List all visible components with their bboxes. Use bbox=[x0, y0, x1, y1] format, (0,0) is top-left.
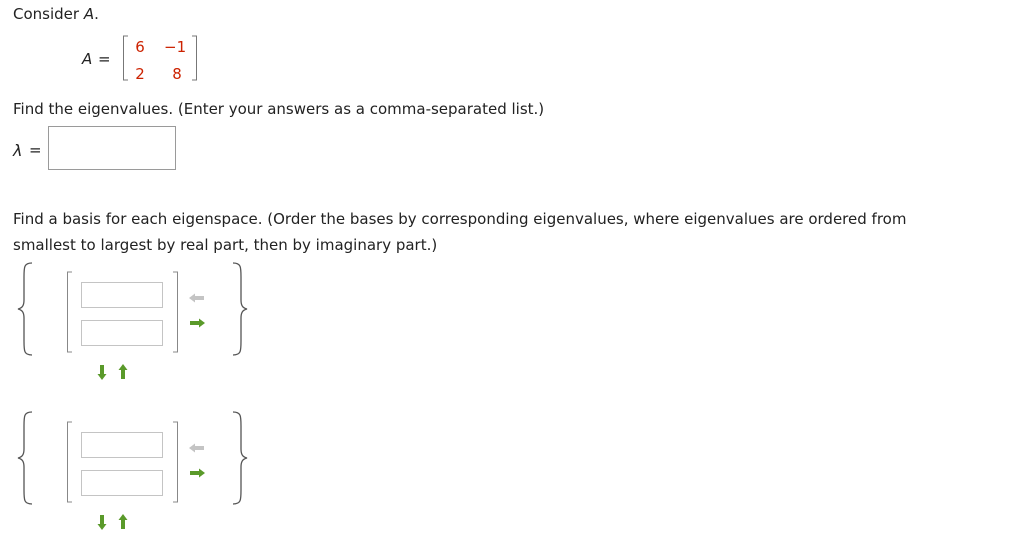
matrix-cell-1-2: −1 bbox=[164, 38, 187, 56]
basis-1-right-brace bbox=[232, 262, 248, 356]
eigenspace-instruction-line2: smallest to largest by real part, then b… bbox=[13, 236, 438, 254]
eigenspace-instruction-line1: Find a basis for each eigenspace. (Order… bbox=[13, 210, 907, 228]
basis-1-vector-entry-1[interactable] bbox=[81, 282, 163, 308]
basis-1-add-vector-button[interactable] bbox=[118, 364, 128, 380]
basis-1-remove-column-button[interactable] bbox=[189, 293, 205, 303]
basis-2-left-brace bbox=[17, 411, 33, 505]
basis-2-vector-right-bracket bbox=[173, 421, 178, 503]
basis-1-vector-right-bracket bbox=[173, 271, 178, 353]
arrow-left-icon bbox=[189, 443, 204, 453]
basis-1-vector-entry-2[interactable] bbox=[81, 320, 163, 346]
basis-2-add-vector-button[interactable] bbox=[118, 514, 128, 530]
intro-text: Consider bbox=[13, 5, 84, 23]
arrow-down-icon bbox=[97, 365, 107, 380]
matrix-right-bracket bbox=[192, 35, 197, 81]
arrow-down-icon bbox=[97, 515, 107, 530]
basis-1-add-column-button[interactable] bbox=[189, 318, 205, 328]
lambda-symbol: λ bbox=[13, 141, 23, 160]
lambda-equals: = bbox=[29, 141, 42, 159]
arrow-up-icon bbox=[118, 364, 128, 379]
eigenvalues-input[interactable] bbox=[48, 126, 176, 170]
basis-1-left-brace bbox=[17, 262, 33, 356]
matrix-cell-2-2: 8 bbox=[172, 65, 182, 83]
basis-2-right-brace bbox=[232, 411, 248, 505]
basis-2-vector-entry-1[interactable] bbox=[81, 432, 163, 458]
eigenvalues-instruction: Find the eigenvalues. (Enter your answer… bbox=[13, 100, 545, 118]
arrow-up-icon bbox=[118, 514, 128, 529]
arrow-right-icon bbox=[190, 318, 205, 328]
basis-1-remove-vector-button[interactable] bbox=[97, 364, 107, 380]
basis-1-vector-left-bracket bbox=[67, 271, 72, 353]
matrix-equals: = bbox=[98, 50, 111, 68]
intro-matrix-name: A bbox=[83, 5, 95, 23]
basis-2-vector-entry-2[interactable] bbox=[81, 470, 163, 496]
matrix-cell-1-1: 6 bbox=[135, 38, 145, 56]
matrix-left-bracket bbox=[123, 35, 128, 81]
basis-2-remove-vector-button[interactable] bbox=[97, 514, 107, 530]
basis-2-add-column-button[interactable] bbox=[189, 468, 205, 478]
arrow-left-icon bbox=[189, 293, 204, 303]
intro-period: . bbox=[94, 5, 99, 23]
matrix-name: A bbox=[82, 50, 93, 68]
question-intro: Consider A. bbox=[13, 5, 99, 23]
matrix-cell-2-1: 2 bbox=[135, 65, 145, 83]
arrow-right-icon bbox=[190, 468, 205, 478]
basis-2-vector-left-bracket bbox=[67, 421, 72, 503]
basis-2-remove-column-button[interactable] bbox=[189, 443, 205, 453]
